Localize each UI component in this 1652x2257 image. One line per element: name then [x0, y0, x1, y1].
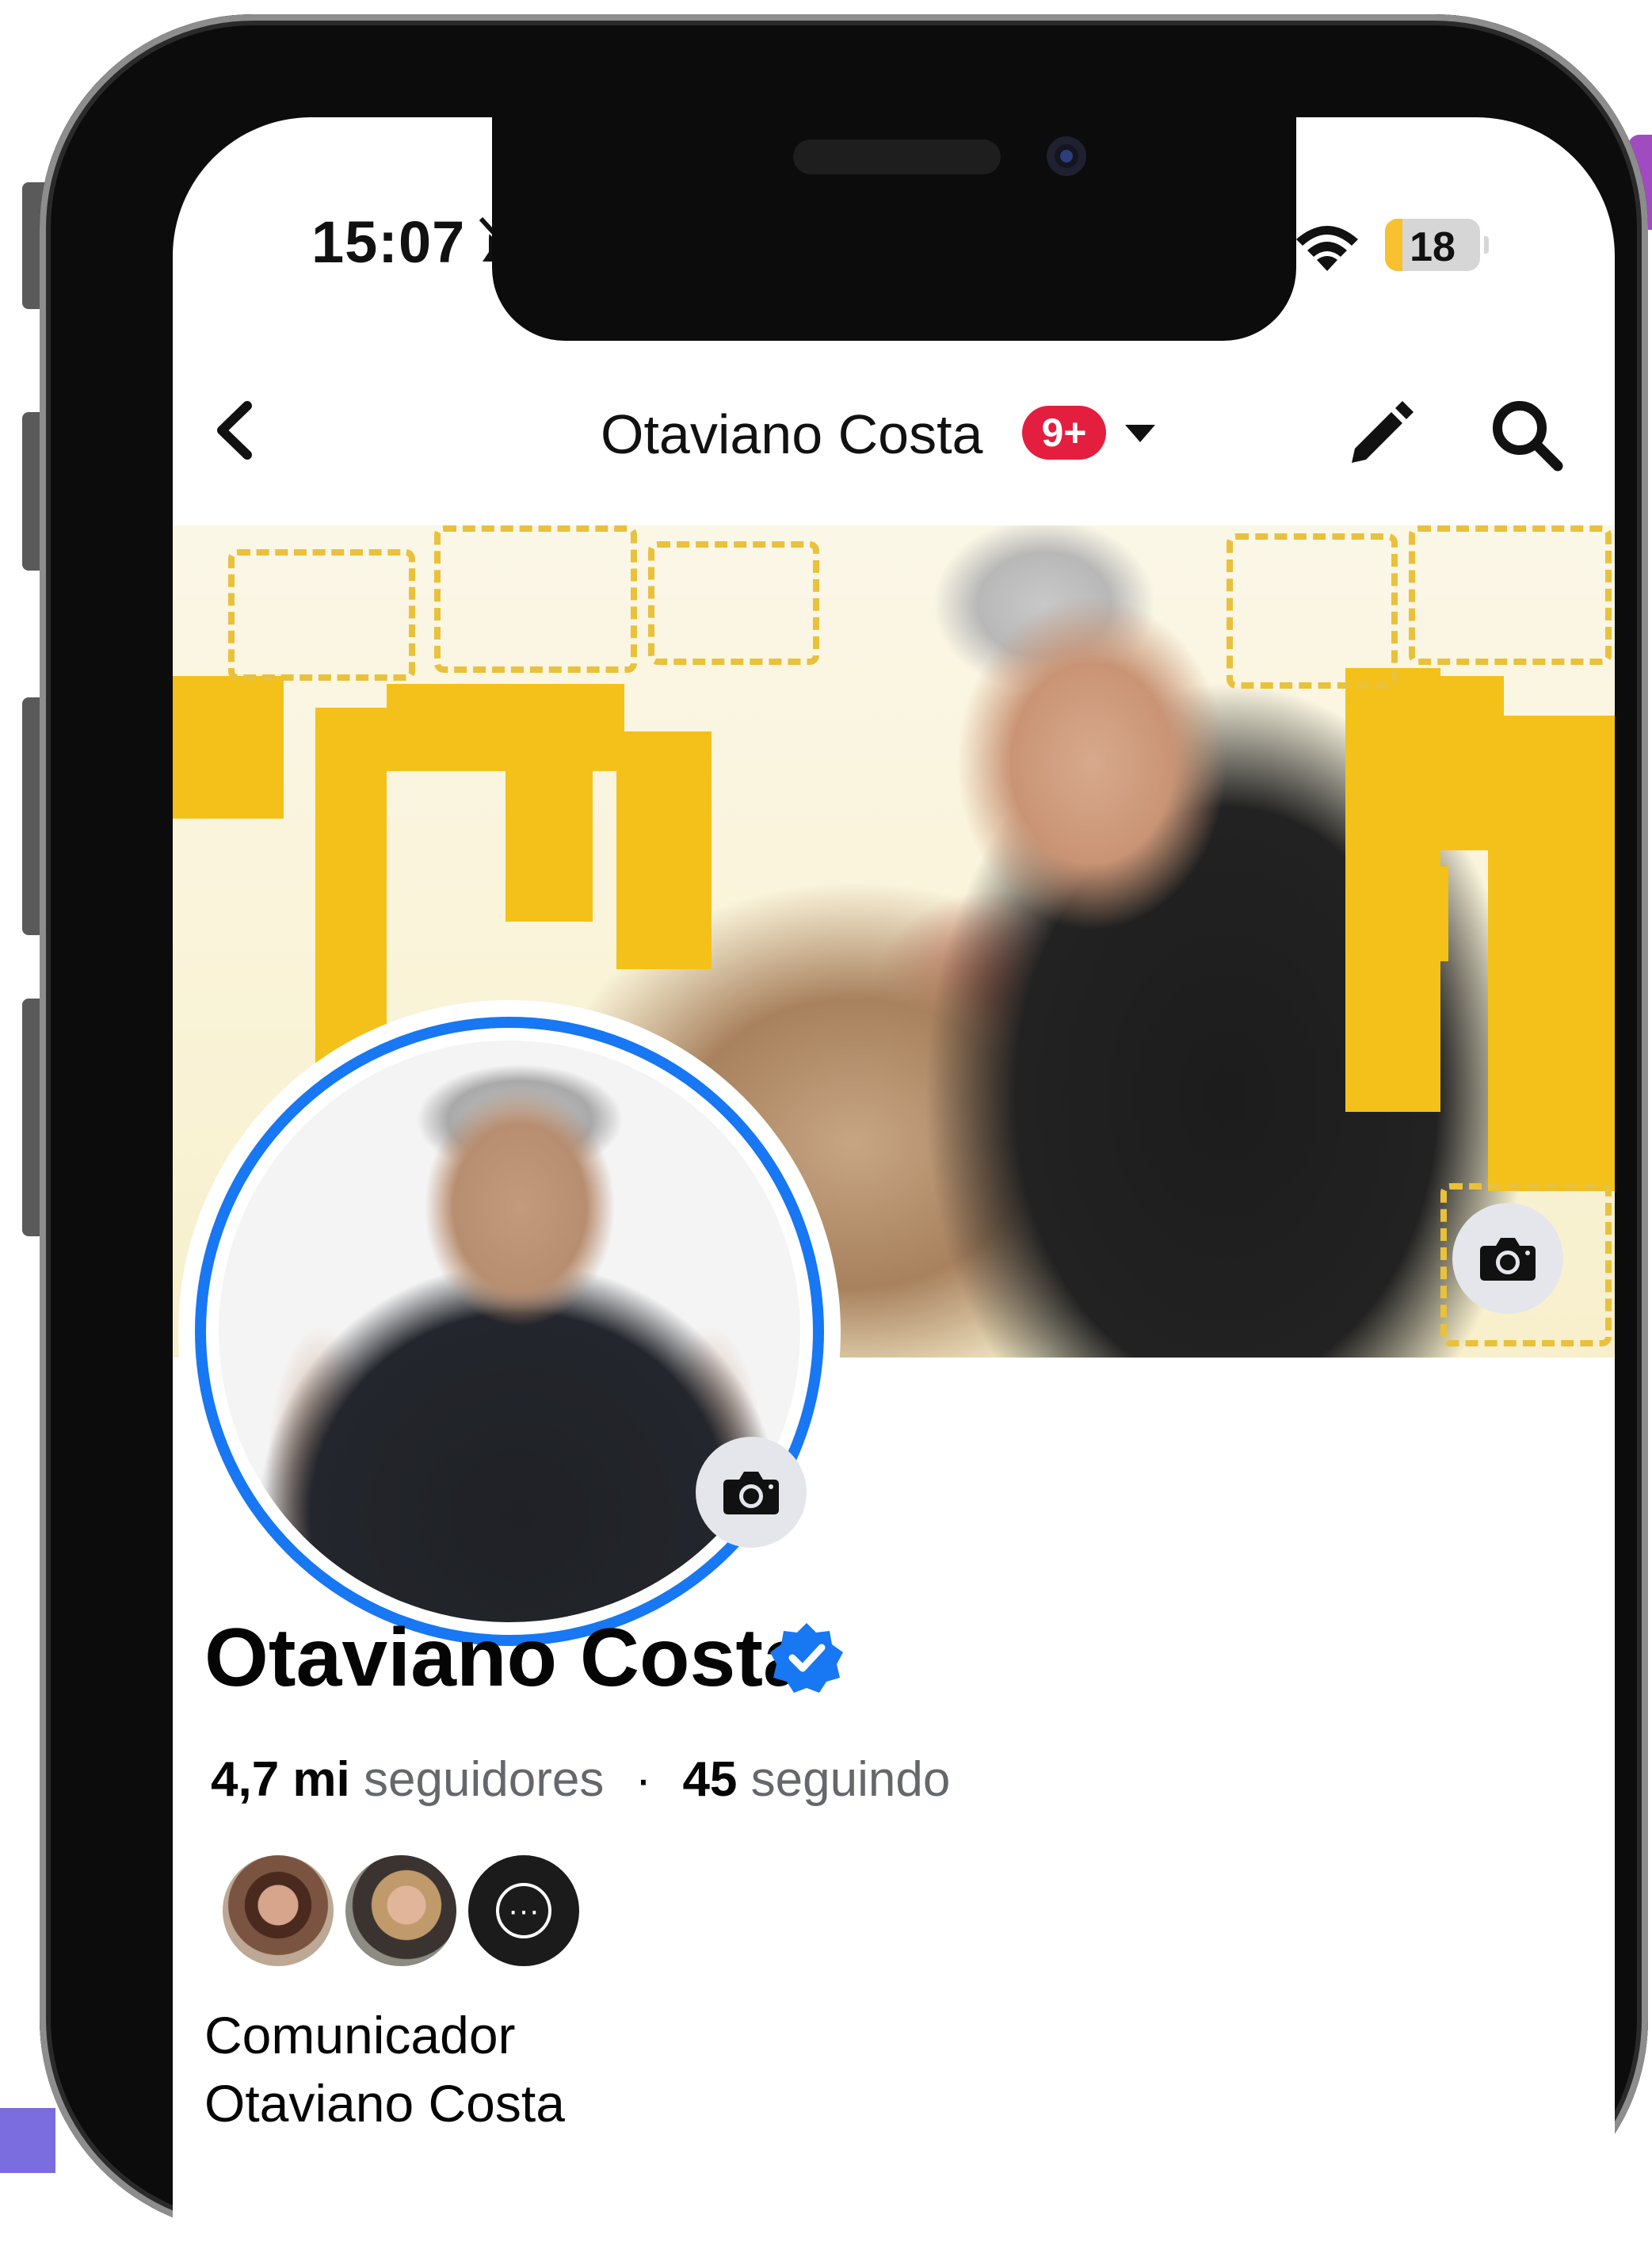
- battery-icon: 18: [1385, 219, 1480, 271]
- cover-art-outline: [648, 541, 819, 665]
- background-accent: [0, 2108, 55, 2173]
- profile-switcher-title[interactable]: Otaviano Costa: [601, 403, 982, 466]
- follower-avatar[interactable]: [220, 1853, 336, 1969]
- more-followers-button[interactable]: ···: [466, 1853, 582, 1969]
- following-count: 45: [682, 1752, 738, 1807]
- profile-photo-image: [219, 1041, 800, 1622]
- cover-art-outline: [228, 549, 415, 681]
- stats-separator: ·: [635, 1752, 652, 1807]
- edit-profile-picture-button[interactable]: [696, 1437, 807, 1548]
- more-icon: ···: [496, 1883, 551, 1938]
- profile-name: Otaviano Costa: [204, 1612, 809, 1704]
- following-label: seguindo: [750, 1752, 951, 1807]
- edit-cover-photo-button[interactable]: [1452, 1203, 1563, 1314]
- pencil-icon[interactable]: [1345, 396, 1418, 469]
- status-time: 15:07: [311, 209, 466, 275]
- cover-art-stroke: [1393, 866, 1448, 961]
- phone-frame: 15:07 18 Otaviano Costa 9+ Otaviano Cost…: [40, 14, 1648, 2257]
- cover-art-stroke: [173, 676, 284, 819]
- cover-art-outline: [1227, 533, 1398, 689]
- phone-screen: 15:07 18 Otaviano Costa 9+ Otaviano Cost…: [173, 117, 1615, 2257]
- notification-badge: 9+: [1022, 406, 1106, 460]
- profile-bio-name: Otaviano Costa: [204, 2074, 565, 2133]
- chevron-left-icon[interactable]: [206, 395, 261, 466]
- front-camera: [1047, 136, 1086, 176]
- cover-art-stroke: [387, 684, 624, 771]
- phone-notch: [492, 117, 1296, 341]
- camera-icon: [1480, 1238, 1536, 1281]
- followers-label: seguidores: [364, 1752, 605, 1807]
- caret-down-icon[interactable]: [1122, 422, 1158, 445]
- camera-icon: [723, 1472, 779, 1514]
- follow-stats[interactable]: 4,7 mi seguidores · 45 seguindo: [211, 1751, 950, 1808]
- cover-art-stroke: [1488, 716, 1615, 1191]
- battery-level: 18: [1410, 224, 1456, 270]
- follower-avatar[interactable]: [343, 1853, 459, 1969]
- profile-picture[interactable]: [181, 1002, 838, 1660]
- cover-art-outline: [434, 525, 637, 673]
- followers-count: 4,7 mi: [211, 1752, 350, 1807]
- verified-badge-icon: [770, 1623, 843, 1693]
- notch-speaker: [793, 139, 1001, 174]
- wifi-icon: [1296, 226, 1358, 271]
- profile-category: Comunicador: [204, 2006, 516, 2064]
- search-icon[interactable]: [1488, 396, 1564, 472]
- battery-tip: [1484, 236, 1489, 254]
- cover-art-outline: [1409, 525, 1612, 665]
- cover-art-stroke: [616, 731, 712, 969]
- cover-art-stroke: [506, 763, 593, 922]
